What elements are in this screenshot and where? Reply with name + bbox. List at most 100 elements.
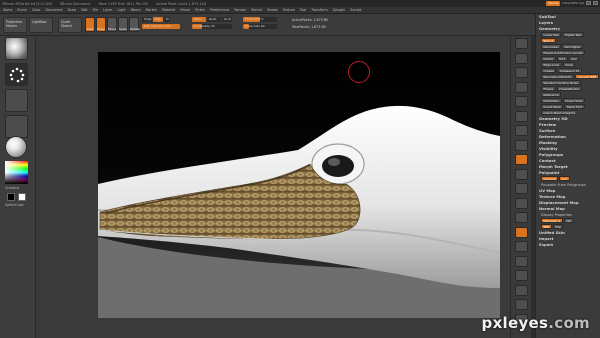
view-control-button[interactable]: [515, 241, 528, 252]
menu-item[interactable]: Light: [117, 8, 125, 12]
mrgb-toggle[interactable]: Mrgb: [142, 17, 152, 22]
color-picker-icon[interactable]: [5, 161, 28, 184]
view-control-button[interactable]: [515, 110, 528, 122]
zcut-toggle[interactable]: Zcut: [222, 17, 232, 22]
title-bar-right: Menus DefaultZScript: [546, 0, 598, 6]
geometry-option-button[interactable]: Close Holes: [562, 98, 586, 103]
view-control-button[interactable]: [515, 299, 528, 310]
focal-shift-slider[interactable]: Focal Shift 0: [243, 17, 277, 22]
document-viewport[interactable]: [98, 52, 500, 318]
menu-item[interactable]: Tool: [300, 8, 306, 12]
watermark-brand: pxleyes: [481, 314, 549, 332]
menu-item[interactable]: Movie: [180, 8, 190, 12]
view-control-button[interactable]: [515, 226, 528, 238]
view-control-button[interactable]: [515, 96, 528, 107]
menu-item[interactable]: Edit: [81, 8, 87, 12]
geometry-row-label: Del Lower: [541, 44, 561, 49]
geometry-option-button[interactable]: Higher Res: [562, 32, 584, 37]
move-mode-button[interactable]: Move: [107, 17, 117, 32]
menu-item[interactable]: Material: [162, 8, 175, 12]
rgb-intensity-slider[interactable]: Rgb Intensity 100: [142, 24, 180, 29]
menus-toggle-button[interactable]: Menus: [546, 0, 561, 6]
menu-item[interactable]: Alpha: [3, 8, 12, 12]
main-color-swatch[interactable]: [7, 193, 15, 201]
default-zscript-label[interactable]: DefaultZScript: [562, 1, 584, 5]
edit-mode-button[interactable]: Edit: [85, 17, 95, 32]
view-control-button[interactable]: [515, 197, 528, 209]
z-intensity-slider[interactable]: Z Intensity 25: [192, 24, 232, 29]
menu-item[interactable]: Color: [32, 8, 41, 12]
material-sphere-icon[interactable]: [5, 136, 27, 158]
geometry-option-button[interactable]: FreezeBorder: [556, 86, 582, 91]
view-control-button[interactable]: [515, 183, 528, 194]
stroke-dots-icon[interactable]: [5, 63, 28, 86]
view-control-button[interactable]: [515, 154, 528, 165]
current-brush-icon[interactable]: [5, 37, 28, 60]
zadd-toggle[interactable]: Zadd: [192, 17, 206, 22]
geometry-option-button[interactable]: Convert BPR: [575, 74, 599, 79]
geometry-row-label: DelHidden: [541, 98, 562, 103]
geometry-option-button[interactable]: Mesh Fold: [564, 104, 585, 109]
view-control-button[interactable]: [515, 125, 528, 136]
geometry-option-button[interactable]: Crisp: [562, 62, 576, 67]
m-toggle[interactable]: M: [164, 17, 170, 22]
view-control-button[interactable]: [515, 212, 528, 223]
left-tray: Gradient SwitchColor: [0, 36, 36, 338]
menu-item[interactable]: Transform: [311, 8, 327, 12]
projection-master-button[interactable]: Projection Master: [3, 17, 27, 33]
menu-item[interactable]: Brush: [17, 8, 27, 12]
menu-item[interactable]: Stencil: [251, 8, 262, 12]
menu-item[interactable]: Document: [46, 8, 63, 12]
menu-item[interactable]: Picker: [195, 8, 205, 12]
view-control-button[interactable]: [515, 270, 528, 281]
geometry-subpalette: Geometry Lower Res Higher Res SDiv 6 Del Low…: [536, 26, 600, 116]
menu-item[interactable]: Zplugin: [333, 8, 345, 12]
geometry-option-button[interactable]: CreaseLvl 15: [557, 68, 582, 73]
menu-item[interactable]: Texture: [283, 8, 295, 12]
menu-item[interactable]: Preferences: [210, 8, 229, 12]
view-control-button[interactable]: [515, 52, 528, 64]
menu-item[interactable]: Draw: [68, 8, 77, 12]
view-control-button[interactable]: [515, 67, 528, 78]
display-property-button[interactable]: DSmooth 0: [541, 218, 563, 223]
polypaint-button[interactable]: Grd: [559, 176, 570, 181]
secondary-color-swatch[interactable]: [18, 193, 26, 201]
menu-item[interactable]: Layer: [103, 8, 112, 12]
menu-item[interactable]: Render: [234, 8, 246, 12]
zsub-toggle[interactable]: Zsub: [207, 17, 221, 22]
texture-slot[interactable]: [5, 115, 28, 138]
view-control-button[interactable]: [515, 139, 528, 151]
alpha-slot[interactable]: [5, 89, 28, 112]
title-segment: ZBrush Document: [59, 1, 91, 6]
display-property-button[interactable]: Dbl: [563, 218, 574, 223]
menu-item[interactable]: File: [93, 8, 99, 12]
switch-color-label[interactable]: SwitchColor: [5, 203, 24, 207]
gradient-label[interactable]: Gradient: [5, 186, 19, 190]
menu-item[interactable]: Stroke: [267, 8, 278, 12]
display-property-button[interactable]: BPR: [541, 224, 552, 229]
lightbox-button[interactable]: LightBox: [29, 17, 53, 33]
menu-item[interactable]: Zscript: [350, 8, 361, 12]
palette-section-header[interactable]: Export: [536, 242, 600, 248]
view-control-button[interactable]: [515, 284, 528, 296]
menu-bar: Alpha Brush Color Document Draw Edit File Layer…: [0, 7, 600, 14]
menu-item[interactable]: Macro: [131, 8, 141, 12]
menu-item[interactable]: Marker: [146, 8, 157, 12]
quick-sketch-button[interactable]: Quick Sketch: [58, 17, 82, 33]
view-control-button[interactable]: [515, 168, 528, 180]
view-control-button[interactable]: [515, 255, 528, 267]
rgb-toggle[interactable]: Rgb: [153, 17, 163, 22]
view-control-button[interactable]: [515, 81, 528, 93]
polypaint-button[interactable]: Colorize: [541, 176, 559, 181]
rotate-mode-button[interactable]: Rotate: [129, 17, 140, 32]
draw-size-slider[interactable]: Draw Size 64: [243, 24, 277, 29]
close-window-icon[interactable]: [593, 1, 598, 5]
geometry-option-button[interactable]: Suv: [568, 56, 580, 61]
geometry-option-button[interactable]: Smt: [556, 56, 568, 61]
view-control-button[interactable]: [515, 38, 528, 49]
geometry-option-button[interactable]: Del Higher: [561, 44, 583, 49]
display-property-button[interactable]: Flip: [552, 224, 564, 229]
scale-mode-button[interactable]: Scale: [118, 17, 128, 32]
minimize-window-icon[interactable]: [586, 1, 591, 5]
draw-mode-button[interactable]: Draw: [96, 17, 106, 32]
